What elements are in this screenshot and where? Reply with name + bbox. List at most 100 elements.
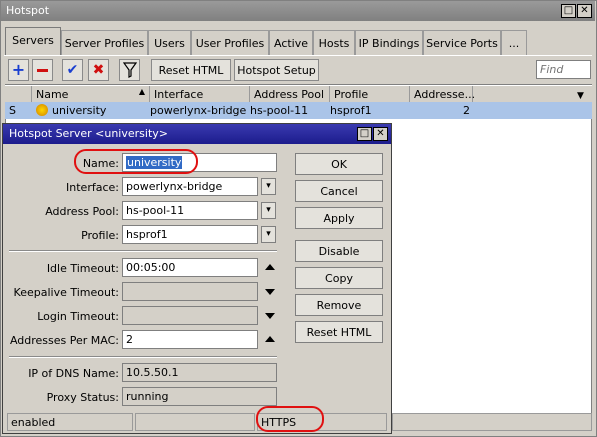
tab-servers[interactable]: Servers (5, 27, 61, 55)
tab-hosts[interactable]: Hosts (313, 30, 355, 55)
find-input[interactable] (536, 60, 591, 79)
header-label: Profile (334, 88, 369, 101)
divider (9, 250, 277, 252)
row-name: university (52, 104, 107, 117)
dialog-status-enabled: enabled (7, 413, 133, 431)
window-status-cell (392, 413, 592, 431)
filter-icon (122, 62, 137, 78)
flag-column-header[interactable] (5, 86, 32, 103)
close-button[interactable]: ✕ (577, 4, 592, 18)
button-label: Cancel (320, 185, 358, 198)
tab-divider (4, 55, 592, 56)
add-button[interactable]: + (8, 59, 29, 81)
column-header-address-pool[interactable]: Address Pool (250, 86, 330, 103)
columns-menu-button[interactable]: ▼ (573, 86, 592, 103)
server-icon (36, 104, 48, 116)
name-highlight-oval (74, 149, 198, 174)
dropdown-icon: ▾ (266, 181, 271, 191)
remove-server-button[interactable]: Remove (295, 294, 383, 316)
remove-button[interactable] (32, 59, 53, 81)
https-highlight-oval (256, 406, 324, 432)
row-profile: hsprof1 (330, 104, 372, 117)
tab-label: Servers (12, 34, 54, 47)
tab-label: Server Profiles (64, 37, 145, 50)
button-label: Disable (318, 245, 360, 258)
idle-timeout-label: Idle Timeout: (46, 262, 119, 275)
reset-html-toolbar-button[interactable]: Reset HTML (151, 59, 231, 81)
dialog-close-button[interactable]: ✕ (373, 127, 388, 141)
tab-server-profiles[interactable]: Server Profiles (61, 30, 148, 55)
close-icon: ✕ (580, 5, 589, 16)
profile-label: Profile: (81, 229, 119, 242)
window-title: Hotspot (6, 4, 50, 17)
table-header: Name ▲ Interface Address Pool Profile Add… (5, 85, 592, 103)
keepalive-timeout-input[interactable] (122, 282, 258, 301)
button-label: Reset HTML (306, 326, 372, 339)
idle-timeout-collapse-icon[interactable] (265, 264, 275, 270)
sort-icon: ▲ (138, 87, 145, 96)
minus-icon (37, 69, 48, 72)
tab-label: User Profiles (195, 37, 265, 50)
check-icon: ✔ (66, 62, 79, 78)
ip-dns-label: IP of DNS Name: (28, 367, 119, 380)
login-timeout-label: Login Timeout: (37, 310, 119, 323)
tab-service-ports[interactable]: Service Ports (423, 30, 501, 55)
tab-label: Hosts (318, 37, 350, 50)
hotspot-server-dialog: Hotspot Server <university> □ ✕ Name: In… (2, 123, 392, 434)
address-pool-label: Address Pool: (45, 205, 119, 218)
interface-dropdown-button[interactable]: ▾ (261, 178, 276, 195)
tab-active[interactable]: Active (269, 30, 313, 55)
login-timeout-expand-icon[interactable] (265, 313, 275, 319)
idle-timeout-input[interactable]: 00:05:00 (122, 258, 258, 277)
tab-label: Users (154, 37, 185, 50)
ip-dns-value: 10.5.50.1 (122, 363, 277, 382)
copy-button[interactable]: Copy (295, 267, 383, 289)
dropdown-icon: ▾ (266, 229, 271, 239)
tab-user-profiles[interactable]: User Profiles (191, 30, 269, 55)
maximize-button[interactable]: □ (561, 4, 576, 18)
column-header-name[interactable]: Name ▲ (32, 86, 150, 103)
interface-select[interactable]: powerlynx-bridge (122, 177, 258, 196)
profile-dropdown-button[interactable]: ▾ (261, 226, 276, 243)
enable-button[interactable]: ✔ (62, 59, 83, 81)
address-pool-dropdown-button[interactable]: ▾ (261, 202, 276, 219)
column-header-addresses[interactable]: Addresse... (410, 86, 475, 103)
column-header-interface[interactable]: Interface (150, 86, 250, 103)
tab-strip: Servers Server Profiles Users User Profi… (4, 27, 592, 55)
dialog-maximize-button[interactable]: □ (357, 127, 372, 141)
address-pool-select[interactable]: hs-pool-11 (122, 201, 258, 220)
profile-select[interactable]: hsprof1 (122, 225, 258, 244)
cancel-button[interactable]: Cancel (295, 180, 383, 202)
window-titlebar[interactable]: Hotspot (1, 1, 595, 21)
reset-html-button[interactable]: Reset HTML (295, 321, 383, 343)
tab-ip-bindings[interactable]: IP Bindings (355, 30, 423, 55)
dialog-titlebar[interactable]: Hotspot Server <university> (3, 124, 391, 144)
table-row[interactable]: S university powerlynx-bridge hs-pool-11… (5, 102, 592, 119)
header-label: Name (36, 88, 69, 101)
tab-label: Service Ports (426, 37, 498, 50)
tab-users[interactable]: Users (148, 30, 191, 55)
disable-server-button[interactable]: Disable (295, 240, 383, 262)
apply-button[interactable]: Apply (295, 207, 383, 229)
row-addresses: 2 (463, 104, 470, 117)
button-label: Reset HTML (158, 64, 224, 77)
filter-button[interactable] (119, 59, 140, 81)
button-label: Apply (323, 212, 355, 225)
login-timeout-input[interactable] (122, 306, 258, 325)
tab-label: IP Bindings (358, 37, 420, 50)
divider (9, 356, 277, 358)
hotspot-setup-button[interactable]: Hotspot Setup (234, 59, 319, 81)
button-label: Hotspot Setup (237, 64, 316, 77)
dialog-status-middle (135, 413, 255, 431)
header-label: Interface (154, 88, 204, 101)
header-label: Address Pool (254, 88, 325, 101)
chevron-down-icon: ▼ (577, 91, 584, 101)
keepalive-timeout-expand-icon[interactable] (265, 289, 275, 295)
addresses-per-mac-input[interactable]: 2 (122, 330, 258, 349)
tab-more[interactable]: ... (501, 30, 527, 55)
ok-button[interactable]: OK (295, 153, 383, 175)
column-header-profile[interactable]: Profile (330, 86, 410, 103)
addresses-per-mac-collapse-icon[interactable] (265, 336, 275, 342)
dialog-title: Hotspot Server <university> (9, 127, 168, 140)
disable-button[interactable]: ✖ (88, 59, 109, 81)
